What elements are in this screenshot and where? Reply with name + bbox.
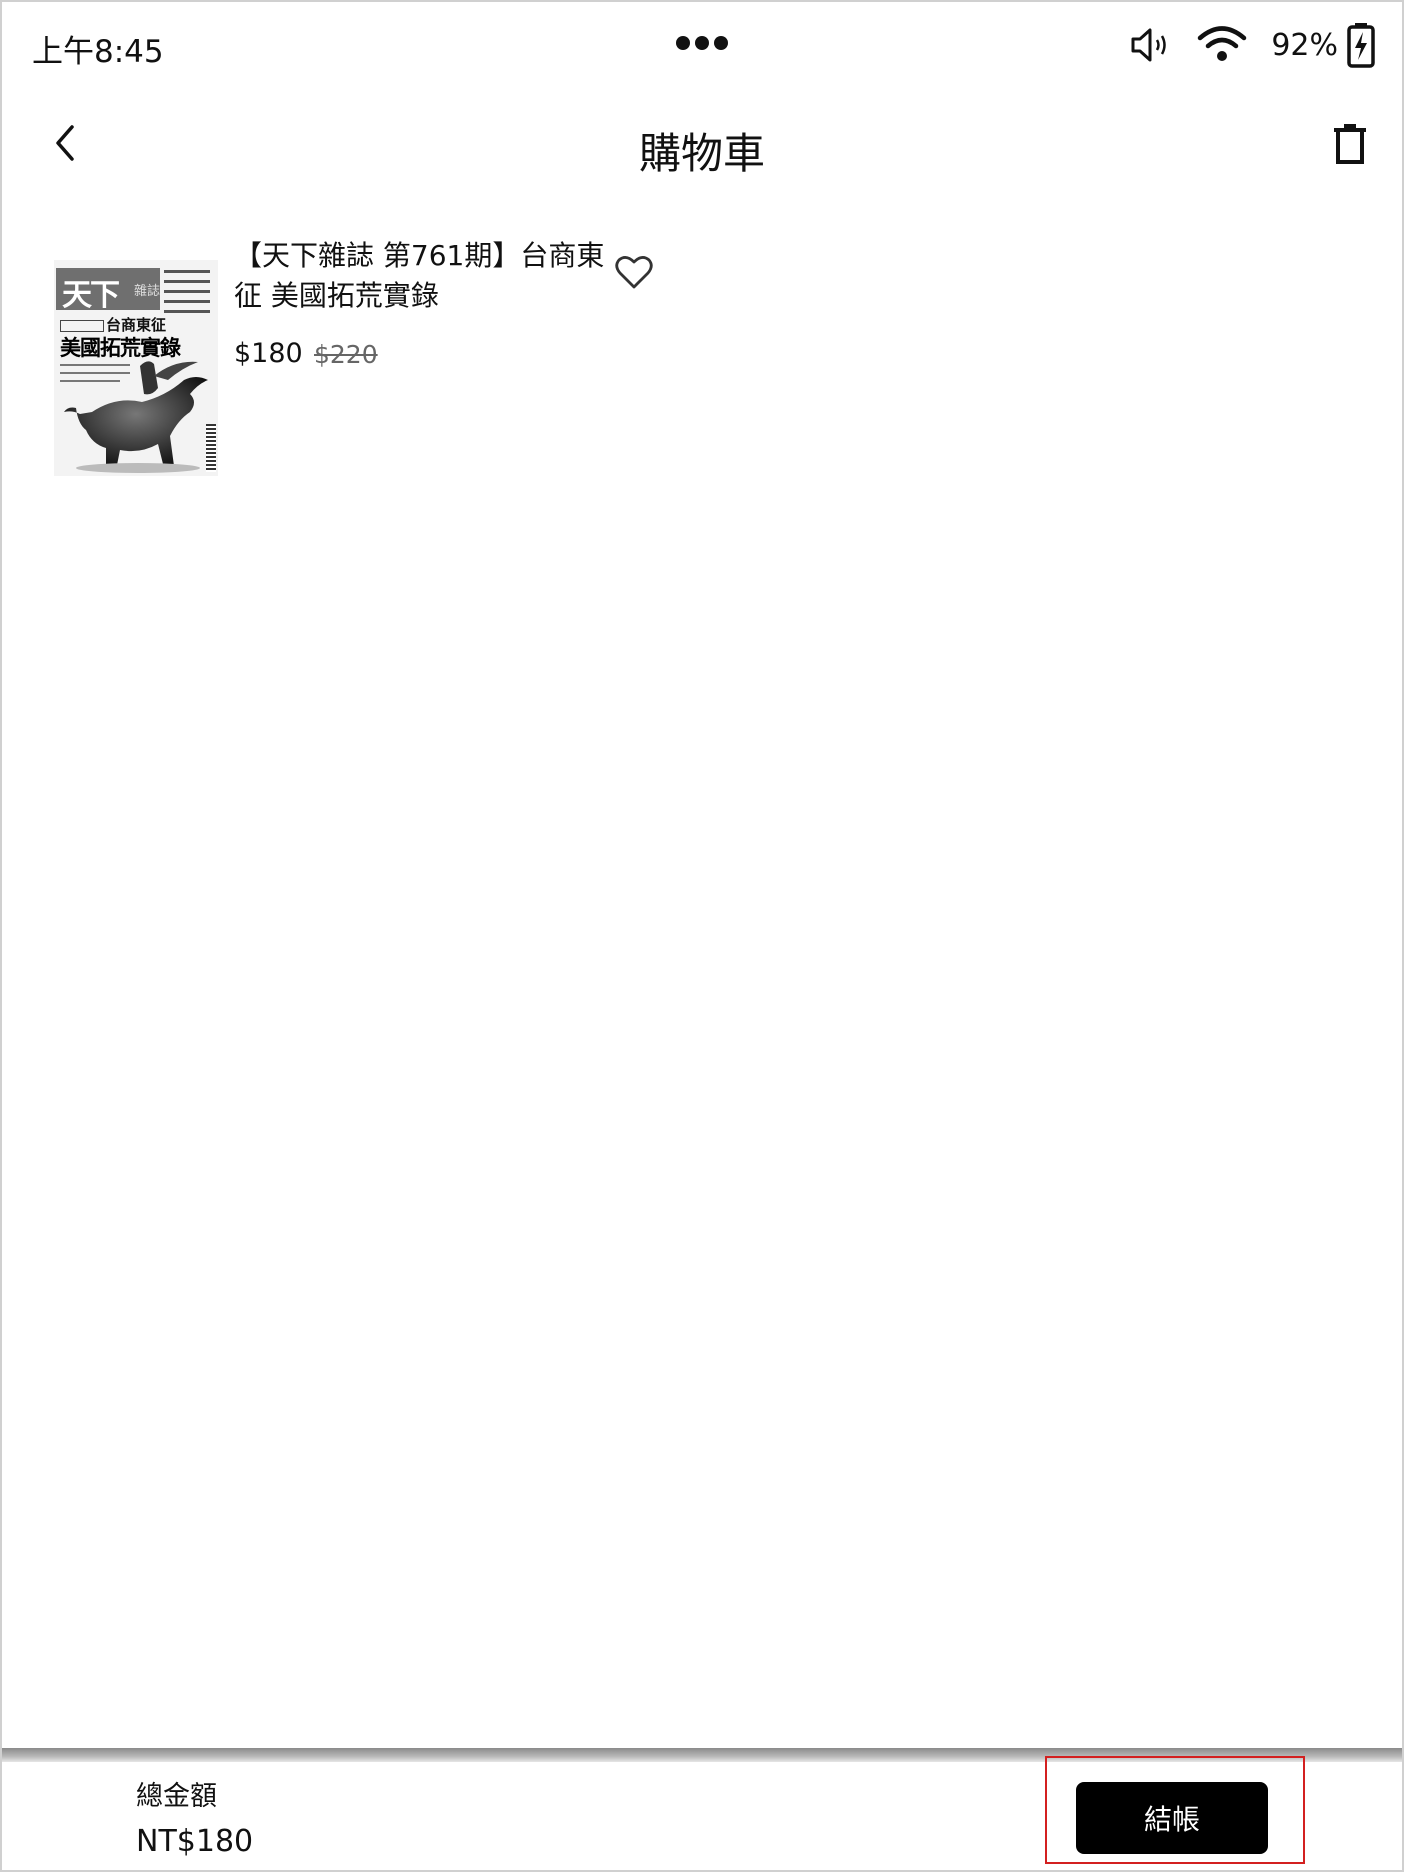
- status-bar: 上午8:45 92%: [0, 0, 1404, 90]
- cover-logo-small: 雜誌: [134, 284, 161, 299]
- cover-barcode: [206, 424, 216, 472]
- delete-button[interactable]: [1324, 118, 1376, 174]
- bull-illustration: [64, 361, 208, 473]
- battery-percent: 92%: [1271, 27, 1338, 63]
- item-title[interactable]: 【天下雜誌 第761期】台商東征 美國拓荒實錄: [234, 236, 614, 316]
- app-bar: 購物車: [0, 100, 1404, 192]
- battery-charging-icon: [1346, 22, 1376, 68]
- item-price: $180: [234, 338, 303, 369]
- cover-logo: 天下: [62, 278, 120, 313]
- heart-outline-icon: [615, 254, 653, 294]
- volume-icon: [1129, 25, 1175, 65]
- item-original-price: $220: [314, 340, 378, 369]
- status-time: 上午8:45: [32, 34, 164, 70]
- wifi-icon: [1197, 25, 1247, 65]
- more-dots-icon[interactable]: [676, 36, 728, 52]
- cover-tag: [60, 320, 104, 332]
- magazine-cover[interactable]: 天下 雜誌 台商東征 美國拓荒實錄: [54, 260, 218, 476]
- cart-item[interactable]: 天下 雜誌 台商東征 美國拓荒實錄 【天下雜誌 第761期】台商東征 美國拓荒實…: [54, 236, 674, 476]
- cover-masthead: 天下 雜誌: [56, 268, 161, 313]
- total-value: NT$180: [136, 1824, 254, 1859]
- favorite-button[interactable]: [612, 252, 656, 296]
- page-title: 購物車: [638, 129, 765, 178]
- total-label: 總金額: [136, 1781, 217, 1812]
- checkout-button[interactable]: 結帳: [1076, 1782, 1268, 1854]
- trash-icon: [1333, 123, 1367, 169]
- status-indicators: 92%: [1129, 20, 1376, 70]
- cover-contents-list: [164, 270, 214, 320]
